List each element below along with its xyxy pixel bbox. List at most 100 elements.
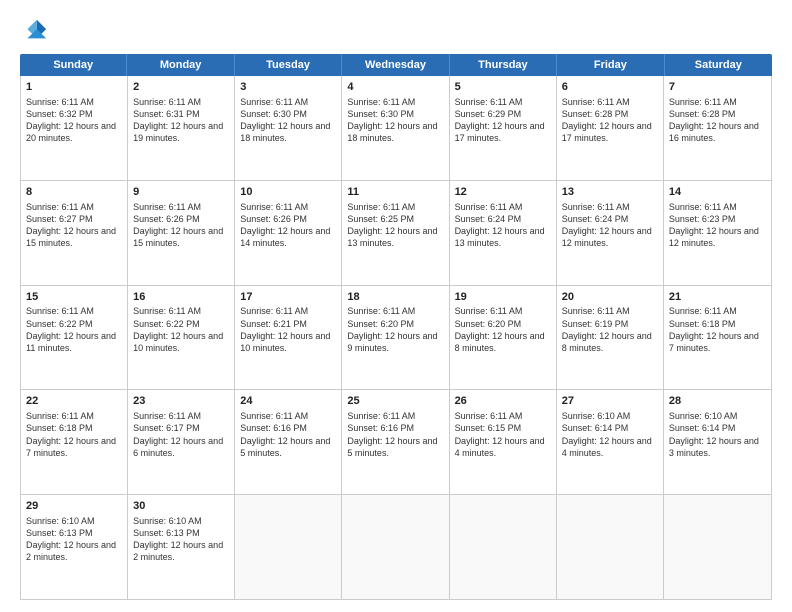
day-info-line: Sunrise: 6:11 AM [26, 202, 94, 212]
calendar-cell-28: 28Sunrise: 6:10 AMSunset: 6:14 PMDayligh… [664, 390, 771, 494]
day-info-line: Daylight: 12 hours and 12 minutes. [669, 226, 759, 248]
day-info-line: Sunrise: 6:10 AM [133, 516, 202, 526]
calendar-cell-19: 19Sunrise: 6:11 AMSunset: 6:20 PMDayligh… [450, 286, 557, 390]
day-info-line: Sunset: 6:18 PM [26, 423, 93, 433]
calendar-cell-20: 20Sunrise: 6:11 AMSunset: 6:19 PMDayligh… [557, 286, 664, 390]
day-info-line: Sunrise: 6:11 AM [455, 202, 523, 212]
calendar-cell-empty [235, 495, 342, 599]
calendar-cell-2: 2Sunrise: 6:11 AMSunset: 6:31 PMDaylight… [128, 76, 235, 180]
day-info-line: Daylight: 12 hours and 7 minutes. [669, 331, 759, 353]
day-info-line: Sunset: 6:32 PM [26, 109, 93, 119]
day-info-line: Daylight: 12 hours and 4 minutes. [562, 436, 652, 458]
day-number: 28 [669, 394, 766, 409]
day-number: 17 [240, 290, 336, 305]
day-info-line: Sunrise: 6:11 AM [240, 202, 308, 212]
day-info-line: Sunrise: 6:11 AM [562, 202, 630, 212]
calendar-cell-14: 14Sunrise: 6:11 AMSunset: 6:23 PMDayligh… [664, 181, 771, 285]
day-info-line: Sunset: 6:27 PM [26, 214, 93, 224]
calendar: SundayMondayTuesdayWednesdayThursdayFrid… [20, 54, 772, 600]
day-info-line: Daylight: 12 hours and 4 minutes. [455, 436, 545, 458]
day-info-line: Daylight: 12 hours and 19 minutes. [133, 121, 223, 143]
calendar-cell-21: 21Sunrise: 6:11 AMSunset: 6:18 PMDayligh… [664, 286, 771, 390]
day-info-line: Sunrise: 6:11 AM [455, 411, 523, 421]
day-info-line: Sunrise: 6:10 AM [669, 411, 738, 421]
day-number: 1 [26, 80, 122, 95]
day-info-line: Sunrise: 6:11 AM [347, 97, 415, 107]
day-number: 27 [562, 394, 658, 409]
day-info-line: Daylight: 12 hours and 8 minutes. [455, 331, 545, 353]
day-info-line: Sunset: 6:22 PM [26, 319, 93, 329]
day-number: 29 [26, 499, 122, 514]
day-number: 4 [347, 80, 443, 95]
day-info-line: Sunrise: 6:11 AM [133, 97, 201, 107]
day-info-line: Daylight: 12 hours and 17 minutes. [455, 121, 545, 143]
calendar-cell-10: 10Sunrise: 6:11 AMSunset: 6:26 PMDayligh… [235, 181, 342, 285]
calendar-cell-4: 4Sunrise: 6:11 AMSunset: 6:30 PMDaylight… [342, 76, 449, 180]
day-info-line: Daylight: 12 hours and 14 minutes. [240, 226, 330, 248]
day-number: 26 [455, 394, 551, 409]
calendar-header: SundayMondayTuesdayWednesdayThursdayFrid… [20, 54, 772, 76]
day-number: 30 [133, 499, 229, 514]
day-info-line: Sunset: 6:26 PM [240, 214, 307, 224]
day-info-line: Daylight: 12 hours and 17 minutes. [562, 121, 652, 143]
day-info-line: Sunrise: 6:10 AM [26, 516, 95, 526]
day-number: 13 [562, 185, 658, 200]
day-info-line: Sunset: 6:29 PM [455, 109, 522, 119]
day-info-line: Sunset: 6:13 PM [26, 528, 93, 538]
header-day-wednesday: Wednesday [342, 54, 449, 76]
day-info-line: Sunrise: 6:11 AM [26, 97, 94, 107]
header-day-sunday: Sunday [20, 54, 127, 76]
day-info-line: Sunset: 6:26 PM [133, 214, 200, 224]
day-number: 9 [133, 185, 229, 200]
day-info-line: Sunset: 6:21 PM [240, 319, 307, 329]
calendar-cell-1: 1Sunrise: 6:11 AMSunset: 6:32 PMDaylight… [21, 76, 128, 180]
day-info-line: Sunrise: 6:11 AM [26, 306, 94, 316]
day-info-line: Daylight: 12 hours and 18 minutes. [240, 121, 330, 143]
day-number: 7 [669, 80, 766, 95]
day-info-line: Daylight: 12 hours and 8 minutes. [562, 331, 652, 353]
calendar-row-5: 29Sunrise: 6:10 AMSunset: 6:13 PMDayligh… [21, 495, 771, 599]
calendar-cell-5: 5Sunrise: 6:11 AMSunset: 6:29 PMDaylight… [450, 76, 557, 180]
day-info-line: Sunrise: 6:11 AM [26, 411, 94, 421]
header-day-saturday: Saturday [665, 54, 772, 76]
day-info-line: Daylight: 12 hours and 18 minutes. [347, 121, 437, 143]
day-info-line: Daylight: 12 hours and 10 minutes. [240, 331, 330, 353]
calendar-row-1: 1 Sunrise: 6:11 AM Sunset: 6:32 PM Daylight… [21, 76, 771, 181]
day-info-line: Sunrise: 6:11 AM [133, 306, 201, 316]
calendar-body: 1 Sunrise: 6:11 AM Sunset: 6:32 PM Daylight… [20, 76, 772, 600]
day-number: 20 [562, 290, 658, 305]
calendar-cell-22: 22 Sunrise: 6:11 AM Sunset: 6:18 PM Dayligh… [21, 390, 128, 494]
calendar-row-2: 8Sunrise: 6:11 AMSunset: 6:27 PMDaylight… [21, 181, 771, 286]
calendar-cell-8: 8Sunrise: 6:11 AMSunset: 6:27 PMDaylight… [21, 181, 128, 285]
day-info-line: Sunset: 6:14 PM [669, 423, 736, 433]
day-info-line: Sunrise: 6:11 AM [347, 306, 415, 316]
day-number: 19 [455, 290, 551, 305]
day-number: 3 [240, 80, 336, 95]
day-info-line: Sunrise: 6:10 AM [562, 411, 631, 421]
calendar-cell-15: 15Sunrise: 6:11 AMSunset: 6:22 PMDayligh… [21, 286, 128, 390]
day-info-line: Sunrise: 6:11 AM [455, 306, 523, 316]
day-info-line: Sunrise: 6:11 AM [240, 97, 308, 107]
day-info-line: Daylight: 12 hours and 7 minutes. [26, 436, 116, 458]
day-info-line: Sunrise: 6:11 AM [669, 306, 737, 316]
day-info-line: Sunrise: 6:11 AM [562, 306, 630, 316]
day-info-line: Daylight: 12 hours and 13 minutes. [455, 226, 545, 248]
day-info-line: Sunrise: 6:11 AM [455, 97, 523, 107]
calendar-cell-empty [557, 495, 664, 599]
calendar-row-4: 22 Sunrise: 6:11 AM Sunset: 6:18 PM Dayligh… [21, 390, 771, 495]
day-info-line: Sunset: 6:23 PM [669, 214, 736, 224]
day-number: 16 [133, 290, 229, 305]
day-info-line: Sunset: 6:16 PM [240, 423, 307, 433]
day-info-line: Sunrise: 6:11 AM [347, 411, 415, 421]
day-info-line: Daylight: 12 hours and 10 minutes. [133, 331, 223, 353]
calendar-cell-26: 26 Sunrise: 6:11 AM Sunset: 6:15 PM Dayligh… [450, 390, 557, 494]
day-number: 22 [26, 394, 122, 409]
calendar-cell-11: 11Sunrise: 6:11 AMSunset: 6:25 PMDayligh… [342, 181, 449, 285]
day-info-line: Sunset: 6:14 PM [562, 423, 629, 433]
day-info-line: Sunrise: 6:11 AM [669, 97, 737, 107]
day-info-line: Sunset: 6:28 PM [669, 109, 736, 119]
calendar-cell-empty [450, 495, 557, 599]
day-info-line: Sunset: 6:22 PM [133, 319, 200, 329]
day-info-line: Sunset: 6:15 PM [455, 423, 522, 433]
day-number: 6 [562, 80, 658, 95]
